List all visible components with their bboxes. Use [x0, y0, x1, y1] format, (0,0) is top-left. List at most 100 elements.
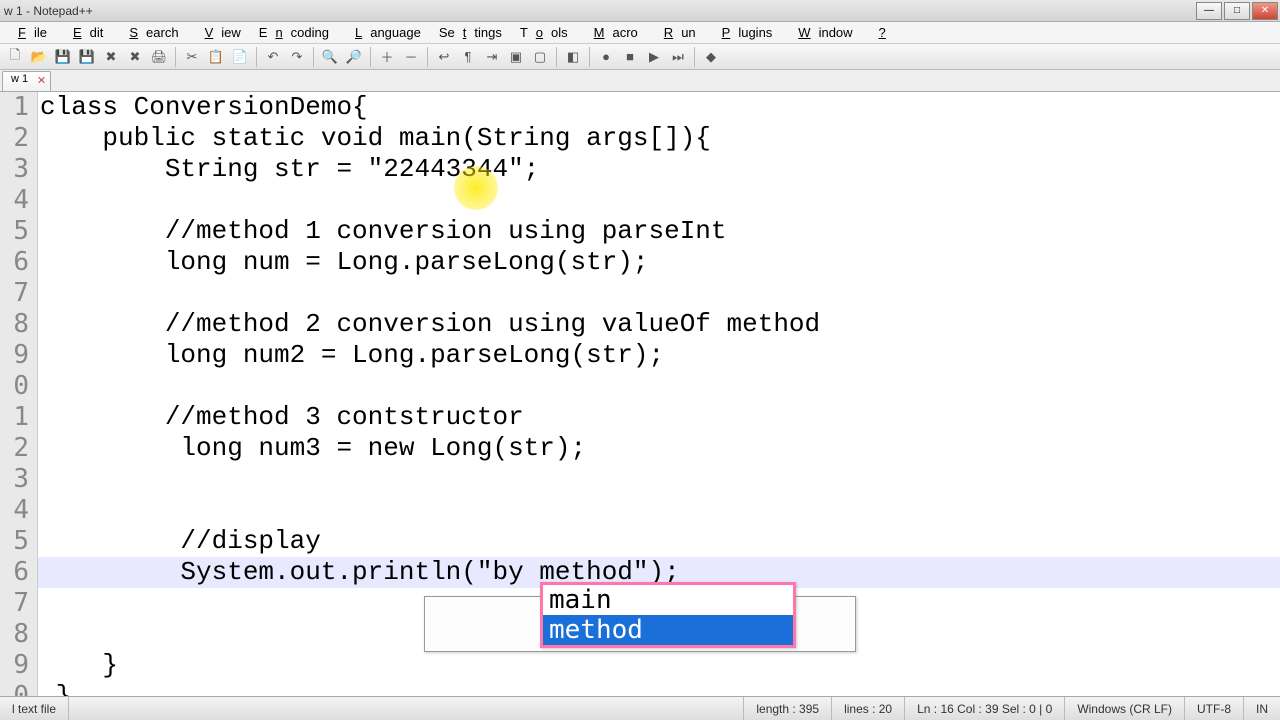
code-content[interactable]: class ConversionDemo{ public static void… — [38, 92, 1280, 696]
all-chars-icon[interactable]: ¶ — [457, 46, 479, 68]
tab-bar: w 1 ✕ — [0, 70, 1280, 92]
menu-window[interactable]: Window — [782, 23, 860, 42]
line-number: 5 — [0, 526, 29, 557]
maximize-button[interactable]: □ — [1224, 2, 1250, 20]
status-position: Ln : 16 Col : 39 Sel : 0 | 0 — [905, 697, 1065, 720]
toolbar-separator — [370, 47, 371, 67]
code-line[interactable] — [38, 371, 1280, 402]
code-line[interactable] — [38, 185, 1280, 216]
hide-lines-icon[interactable]: ◧ — [562, 46, 584, 68]
tab-close-icon[interactable]: ✕ — [37, 74, 46, 87]
toolbar-separator — [694, 47, 695, 67]
status-lines: lines : 20 — [832, 697, 905, 720]
line-number: 1 — [0, 402, 29, 433]
undo-icon[interactable]: ↶ — [262, 46, 284, 68]
line-number: 1 — [0, 92, 29, 123]
replace-icon[interactable]: 🔎 — [343, 46, 365, 68]
line-number: 3 — [0, 154, 29, 185]
line-number: 8 — [0, 619, 29, 650]
menu-encoding[interactable]: Encoding — [251, 23, 337, 42]
code-line[interactable]: //method 3 contstructor — [38, 402, 1280, 433]
save-all-icon[interactable]: 💾 — [76, 46, 98, 68]
redo-icon[interactable]: ↷ — [286, 46, 308, 68]
menu-view[interactable]: View — [189, 23, 249, 42]
close-all-icon[interactable]: ✖ — [124, 46, 146, 68]
line-number: 7 — [0, 278, 29, 309]
code-line[interactable]: long num2 = Long.parseLong(str); — [38, 340, 1280, 371]
menu-settings[interactable]: Settings — [431, 23, 510, 42]
status-eol: Windows (CR LF) — [1065, 697, 1185, 720]
status-ins: IN — [1244, 697, 1280, 720]
unfold-icon[interactable]: ▢ — [529, 46, 551, 68]
print-icon[interactable]: 🖨 — [148, 46, 170, 68]
cut-icon[interactable]: ✂ — [181, 46, 203, 68]
line-number: 6 — [0, 557, 29, 588]
code-line[interactable] — [38, 278, 1280, 309]
menu-macro[interactable]: Macro — [578, 23, 646, 42]
menu-help[interactable]: ? — [863, 23, 902, 42]
paste-icon[interactable]: 📄 — [229, 46, 251, 68]
line-number-gutter: 12345678901234567890 — [0, 92, 38, 696]
new-icon[interactable]: 🗋 — [4, 46, 26, 68]
code-line[interactable]: long num = Long.parseLong(str); — [38, 247, 1280, 278]
code-line[interactable]: } — [38, 681, 1280, 696]
line-number: 4 — [0, 185, 29, 216]
copy-icon[interactable]: 📋 — [205, 46, 227, 68]
zoom-in-icon[interactable]: ＋ — [376, 46, 398, 68]
code-line[interactable]: String str = "22443344"; — [38, 154, 1280, 185]
fold-icon[interactable]: ▣ — [505, 46, 527, 68]
record-icon[interactable]: ● — [595, 46, 617, 68]
code-line[interactable] — [38, 464, 1280, 495]
autocomplete-item[interactable]: method — [543, 615, 793, 645]
close-icon[interactable]: ✖ — [100, 46, 122, 68]
autocomplete-popup[interactable]: mainmethod — [540, 582, 796, 648]
tab-label: w 1 — [11, 73, 28, 85]
menu-search[interactable]: Search — [113, 23, 186, 42]
save-icon[interactable]: 💾 — [52, 46, 74, 68]
line-number: 0 — [0, 681, 29, 696]
editor-area[interactable]: 12345678901234567890 class ConversionDem… — [0, 92, 1280, 696]
play-multi-icon[interactable]: ⏭ — [667, 46, 689, 68]
minimize-button[interactable]: — — [1196, 2, 1222, 20]
status-filetype: l text file — [0, 697, 69, 720]
find-icon[interactable]: 🔍 — [319, 46, 341, 68]
code-line[interactable] — [38, 495, 1280, 526]
code-line[interactable]: } — [38, 650, 1280, 681]
menu-plugins[interactable]: Plugins — [706, 23, 781, 42]
menu-tools[interactable]: Tools — [512, 23, 576, 42]
code-line[interactable]: long num3 = new Long(str); — [38, 433, 1280, 464]
stop-icon[interactable]: ■ — [619, 46, 641, 68]
status-length: length : 395 — [744, 697, 832, 720]
window-title: w 1 - Notepad++ — [4, 4, 93, 18]
code-line[interactable]: //display — [38, 526, 1280, 557]
window-titlebar: w 1 - Notepad++ — □ ✕ — [0, 0, 1280, 22]
menu-file[interactable]: File — [2, 23, 55, 42]
menu-language[interactable]: Language — [339, 23, 429, 42]
status-spacer — [69, 697, 744, 720]
toolbar-separator — [256, 47, 257, 67]
indent-icon[interactable]: ⇥ — [481, 46, 503, 68]
open-icon[interactable]: 📂 — [28, 46, 50, 68]
status-bar: l text file length : 395 lines : 20 Ln :… — [0, 696, 1280, 720]
code-line[interactable]: class ConversionDemo{ — [38, 92, 1280, 123]
editor-tab[interactable]: w 1 ✕ — [2, 71, 51, 91]
close-button[interactable]: ✕ — [1252, 2, 1278, 20]
toolbar-separator — [589, 47, 590, 67]
code-line[interactable]: //method 1 conversion using parseInt — [38, 216, 1280, 247]
toolbar-separator — [556, 47, 557, 67]
line-number: 4 — [0, 495, 29, 526]
menu-bar: File Edit Search View Encoding Language … — [0, 22, 1280, 44]
menu-run[interactable]: Run — [648, 23, 704, 42]
wrap-icon[interactable]: ↩ — [433, 46, 455, 68]
line-number: 2 — [0, 433, 29, 464]
line-number: 3 — [0, 464, 29, 495]
play-icon[interactable]: ▶ — [643, 46, 665, 68]
line-number: 9 — [0, 340, 29, 371]
toggle-icon[interactable]: ◆ — [700, 46, 722, 68]
code-line[interactable]: //method 2 conversion using valueOf meth… — [38, 309, 1280, 340]
autocomplete-item[interactable]: main — [543, 585, 793, 615]
line-number: 9 — [0, 650, 29, 681]
zoom-out-icon[interactable]: － — [400, 46, 422, 68]
menu-edit[interactable]: Edit — [57, 23, 111, 42]
code-line[interactable]: public static void main(String args[]){ — [38, 123, 1280, 154]
